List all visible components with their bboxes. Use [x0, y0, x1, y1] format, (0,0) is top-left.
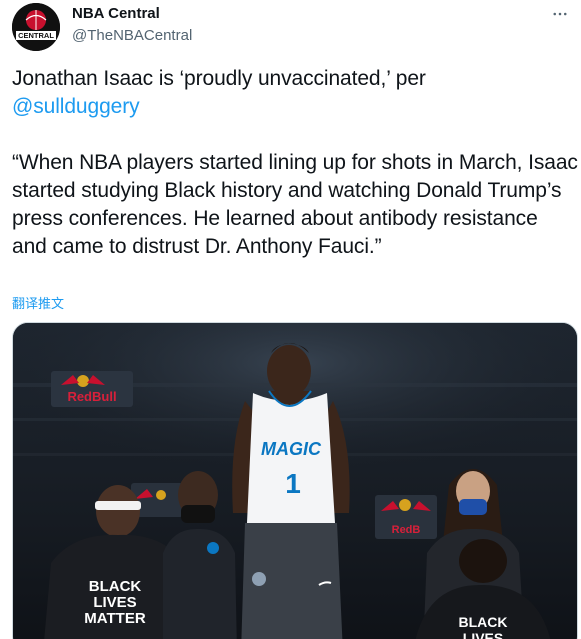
redbull-banner-left: RedBull — [51, 371, 133, 407]
tweet-quote: “When NBA players started lining up for … — [12, 151, 578, 258]
tweet-text: Jonathan Isaac is ‘proudly unvaccinated,… — [12, 65, 578, 261]
svg-text:BLACK: BLACK — [89, 578, 142, 595]
svg-text:RedBull: RedBull — [67, 389, 116, 404]
more-horizontal-icon — [553, 12, 567, 16]
author-handle[interactable]: @TheNBACentral — [72, 27, 192, 44]
svg-text:LIVES: LIVES — [463, 630, 503, 639]
mention-link[interactable]: @sullduggery — [12, 95, 140, 118]
tweet-card: CENTRAL NBA Central @TheNBACentral Jonat… — [0, 0, 581, 639]
redbull-banner-right: RedB — [375, 495, 437, 539]
tweet-photo[interactable]: RedBull RedB BLACK LIVES MATTER MAGIC 1 … — [12, 322, 578, 639]
svg-text:LIVES: LIVES — [93, 594, 136, 611]
more-options-button[interactable] — [548, 2, 572, 26]
author-name[interactable]: NBA Central — [72, 5, 160, 22]
svg-text:MAGIC: MAGIC — [261, 439, 322, 459]
translate-tweet-link[interactable]: 翻译推文 — [12, 293, 64, 312]
tweet-line-1: Jonathan Isaac is ‘proudly unvaccinated,… — [12, 67, 426, 90]
avatar-text: CENTRAL — [18, 31, 54, 40]
svg-text:1: 1 — [285, 468, 301, 499]
svg-text:BLACK: BLACK — [459, 614, 508, 630]
avatar[interactable]: CENTRAL — [12, 3, 60, 51]
svg-text:MATTER: MATTER — [84, 610, 146, 627]
svg-text:RedB: RedB — [392, 524, 421, 536]
